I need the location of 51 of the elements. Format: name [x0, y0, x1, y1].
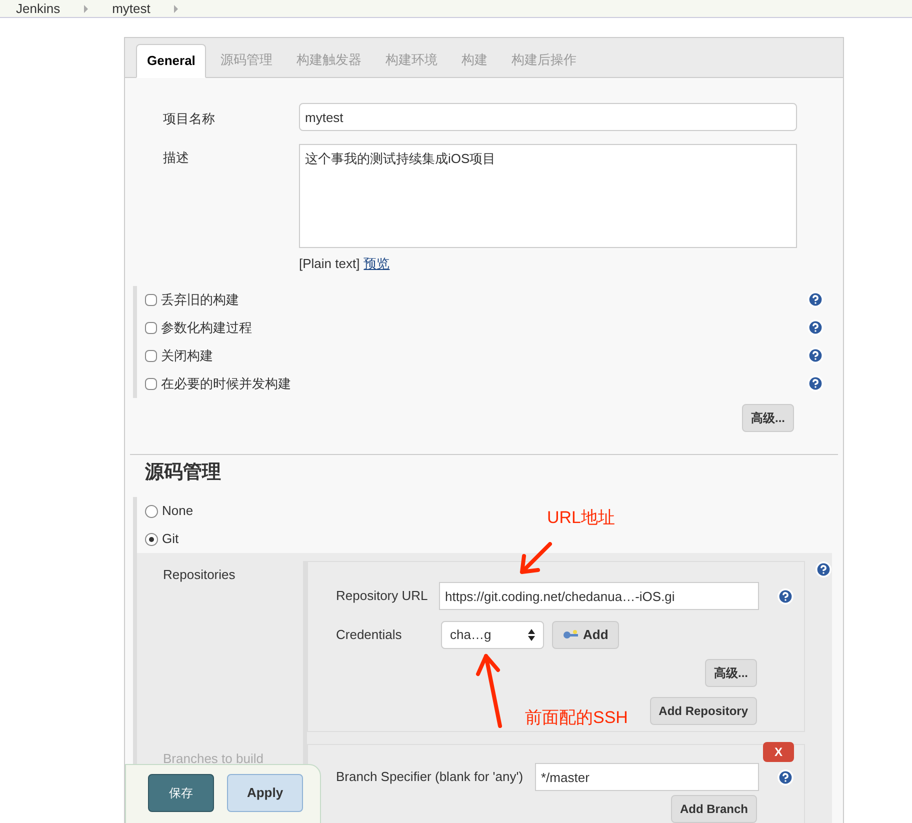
field-label: 描述 [162, 149, 190, 167]
checkbox[interactable] [145, 350, 157, 362]
breadcrumb-link[interactable]: Jenkins [16, 0, 60, 18]
radio-label: Git [162, 530, 179, 548]
field-label: Credentials [336, 626, 403, 644]
save-button[interactable]: 保存 [148, 774, 214, 812]
annotation-text: URL地址 [547, 507, 616, 529]
help-icon[interactable] [807, 291, 824, 308]
field-label: Repository URL [336, 587, 429, 606]
help-icon[interactable] [777, 768, 794, 786]
key-icon [563, 630, 579, 640]
chevron-icon [174, 4, 178, 12]
preview-link[interactable]: 预览 [364, 254, 390, 274]
help-icon[interactable] [777, 588, 794, 604]
help-icon[interactable] [807, 319, 824, 336]
checkbox[interactable] [145, 378, 157, 390]
format-label: [Plain text] [299, 255, 360, 273]
annotation-text: 前面配的SSH [525, 707, 628, 729]
apply-button[interactable]: Apply [227, 774, 303, 812]
tab[interactable]: General [136, 44, 206, 78]
help-icon[interactable] [807, 347, 824, 364]
button[interactable]: 高级... [704, 659, 757, 687]
field-label: Branches to build [163, 750, 264, 768]
checkbox[interactable] [145, 322, 157, 334]
field-label: 项目名称 [162, 110, 216, 128]
radio-button[interactable] [145, 504, 158, 518]
add-button[interactable]: Add [552, 621, 620, 649]
chevron-icon [84, 4, 88, 12]
radio-label: None [162, 502, 194, 520]
help-icon[interactable] [807, 375, 824, 392]
checkbox-label: 丢弃旧的构建 [161, 290, 240, 309]
input-field[interactable]: https://git.coding.net/chedanua…-iOS.gi [439, 582, 759, 610]
field-label: Branch Specifier (blank for 'any') [336, 768, 524, 786]
section-heading: 源码管理 [145, 460, 222, 484]
field-label: Repositories [163, 566, 236, 584]
description-field[interactable]: 这个事我的测试持续集成iOS项目 [299, 144, 797, 248]
button[interactable]: Add Repository [650, 697, 757, 725]
checkbox-label: 关闭构建 [161, 346, 214, 365]
checkbox[interactable] [145, 294, 157, 306]
breadcrumb-link[interactable]: mytest [112, 0, 150, 18]
input-field[interactable]: mytest [299, 103, 797, 131]
input-field[interactable]: */master [535, 763, 759, 791]
credentials-select[interactable]: cha…g [441, 621, 544, 649]
delete-button[interactable]: X [763, 742, 794, 762]
button[interactable]: 高级... [742, 404, 794, 432]
updown-icon [528, 629, 535, 641]
help-icon[interactable] [815, 561, 832, 578]
checkbox-label: 参数化构建过程 [161, 318, 253, 337]
checkbox-label: 在必要的时候并发构建 [161, 374, 292, 393]
button[interactable]: Add Branch [670, 795, 757, 823]
radio-button[interactable] [145, 532, 158, 546]
